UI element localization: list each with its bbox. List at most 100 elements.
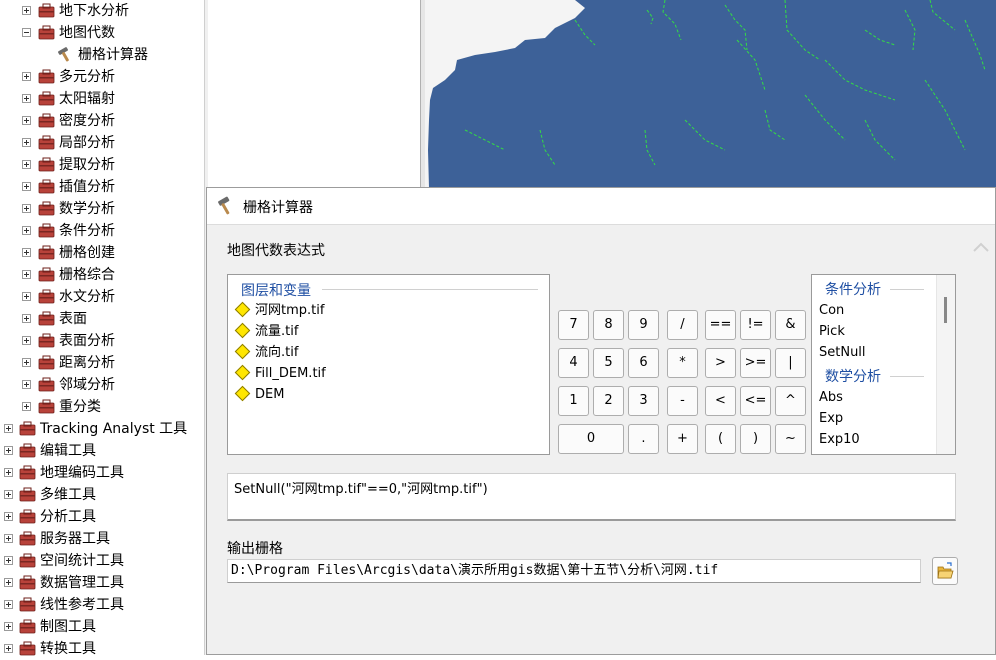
key-operator[interactable]: *: [667, 348, 698, 378]
tree-item-toolset[interactable]: 密度分析: [0, 110, 204, 132]
tree-item-toolset[interactable]: 提取分析: [0, 154, 204, 176]
tree-item-toolset[interactable]: 栅格创建: [0, 242, 204, 264]
tree-item-toolset[interactable]: 条件分析: [0, 220, 204, 242]
expand-toggle-icon[interactable]: [22, 270, 31, 279]
function-item[interactable]: Pick: [819, 322, 845, 342]
expand-toggle-icon[interactable]: [4, 534, 13, 543]
key-operator[interactable]: |: [775, 348, 806, 378]
key-digit-9[interactable]: 9: [628, 310, 659, 340]
key-operator[interactable]: /: [667, 310, 698, 340]
key-digit-6[interactable]: 6: [628, 348, 659, 378]
expand-toggle-icon[interactable]: [22, 380, 31, 389]
function-item[interactable]: Abs: [819, 388, 843, 408]
tree-item-toolset[interactable]: 分析工具: [0, 506, 204, 528]
output-raster-field[interactable]: D:\Program Files\Arcgis\data\演示所用gis数据\第…: [227, 559, 921, 583]
tree-item-toolset[interactable]: 数学分析: [0, 198, 204, 220]
expand-toggle-icon[interactable]: [22, 358, 31, 367]
key-operator[interactable]: >: [705, 348, 736, 378]
tree-item-toolset[interactable]: 太阳辐射: [0, 88, 204, 110]
function-item[interactable]: Exp: [819, 409, 843, 429]
key-operator[interactable]: &: [775, 310, 806, 340]
key-digit-8[interactable]: 8: [593, 310, 624, 340]
tree-item-toolset[interactable]: 表面分析: [0, 330, 204, 352]
expand-toggle-icon[interactable]: [4, 622, 13, 631]
tree-item-toolset[interactable]: 重分类: [0, 396, 204, 418]
expand-toggle-icon[interactable]: [22, 336, 31, 345]
key-digit-3[interactable]: 3: [628, 386, 659, 416]
map-view[interactable]: [421, 0, 996, 188]
functions-listbox[interactable]: 条件分析 Con Pick SetNull 数学分析 Abs Exp Exp10: [811, 274, 956, 455]
key-digit-0[interactable]: 0: [558, 424, 624, 454]
tree-item-toolset[interactable]: 距离分析: [0, 352, 204, 374]
tree-item-toolset[interactable]: 空间统计工具: [0, 550, 204, 572]
tree-item-toolset[interactable]: 地图代数: [0, 22, 204, 44]
tree-item-toolset[interactable]: 制图工具: [0, 616, 204, 638]
layer-item[interactable]: 流向.tif: [234, 343, 298, 363]
expand-toggle-icon[interactable]: [4, 424, 13, 433]
expand-toggle-icon[interactable]: [22, 314, 31, 323]
key-operator[interactable]: ~: [775, 424, 806, 454]
key-operator[interactable]: >=: [740, 348, 771, 378]
key-operator[interactable]: <=: [740, 386, 771, 416]
key-operator[interactable]: +: [667, 424, 698, 454]
tree-item-toolset[interactable]: 栅格综合: [0, 264, 204, 286]
expand-toggle-icon[interactable]: [22, 94, 31, 103]
expand-toggle-icon[interactable]: [22, 116, 31, 125]
expand-toggle-icon[interactable]: [22, 182, 31, 191]
key-digit-7[interactable]: 7: [558, 310, 589, 340]
layer-item[interactable]: Fill_DEM.tif: [234, 364, 326, 384]
tree-item-toolset[interactable]: 编辑工具: [0, 440, 204, 462]
key-operator[interactable]: !=: [740, 310, 771, 340]
key-decimal[interactable]: .: [628, 424, 659, 454]
expand-toggle-icon[interactable]: [4, 600, 13, 609]
tree-item-toolset[interactable]: 局部分析: [0, 132, 204, 154]
key-operator[interactable]: (: [705, 424, 736, 454]
tree-item-toolset[interactable]: 表面: [0, 308, 204, 330]
expand-toggle-icon[interactable]: [4, 556, 13, 565]
expand-toggle-icon[interactable]: [22, 6, 31, 15]
function-item[interactable]: SetNull: [819, 343, 866, 363]
browse-button[interactable]: [932, 557, 958, 585]
expand-toggle-icon[interactable]: [4, 512, 13, 521]
expand-toggle-icon[interactable]: [22, 160, 31, 169]
expand-toggle-icon[interactable]: [4, 468, 13, 477]
tree-item-tool[interactable]: 栅格计算器: [0, 44, 204, 66]
key-digit-2[interactable]: 2: [593, 386, 624, 416]
key-operator[interactable]: ==: [705, 310, 736, 340]
expand-toggle-icon[interactable]: [22, 72, 31, 81]
expand-toggle-icon[interactable]: [4, 446, 13, 455]
layer-item[interactable]: 流量.tif: [234, 322, 298, 342]
tree-item-toolset[interactable]: 线性参考工具: [0, 594, 204, 616]
expand-toggle-icon[interactable]: [4, 490, 13, 499]
tree-item-toolset[interactable]: 邻域分析: [0, 374, 204, 396]
tree-item-toolset[interactable]: Tracking Analyst 工具: [0, 418, 204, 440]
layer-item[interactable]: 河网tmp.tif: [234, 301, 324, 321]
dialog-titlebar[interactable]: 栅格计算器: [207, 188, 995, 225]
tree-item-toolset[interactable]: 地理编码工具: [0, 462, 204, 484]
tree-item-toolset[interactable]: 水文分析: [0, 286, 204, 308]
expand-toggle-icon[interactable]: [22, 204, 31, 213]
tree-item-toolset[interactable]: 插值分析: [0, 176, 204, 198]
expression-textbox[interactable]: SetNull("河网tmp.tif"==0,"河网tmp.tif"): [227, 473, 956, 521]
tree-item-toolset[interactable]: 地下水分析: [0, 0, 204, 22]
key-operator[interactable]: -: [667, 386, 698, 416]
function-item[interactable]: Exp10: [819, 430, 860, 450]
key-operator[interactable]: ): [740, 424, 771, 454]
collapse-chevron-icon[interactable]: [971, 238, 991, 258]
tree-item-toolset[interactable]: 数据管理工具: [0, 572, 204, 594]
tree-item-toolset[interactable]: 多元分析: [0, 66, 204, 88]
key-digit-4[interactable]: 4: [558, 348, 589, 378]
expand-toggle-icon[interactable]: [22, 292, 31, 301]
expand-toggle-icon[interactable]: [22, 226, 31, 235]
functions-scrollbar[interactable]: [936, 275, 955, 454]
function-item[interactable]: Con: [819, 301, 844, 321]
expand-toggle-icon[interactable]: [22, 138, 31, 147]
expand-toggle-icon[interactable]: [4, 578, 13, 587]
key-operator[interactable]: <: [705, 386, 736, 416]
key-digit-5[interactable]: 5: [593, 348, 624, 378]
key-operator[interactable]: ^: [775, 386, 806, 416]
scrollbar-thumb[interactable]: [944, 297, 947, 323]
key-digit-1[interactable]: 1: [558, 386, 589, 416]
layers-listbox[interactable]: 图层和变量 河网tmp.tif 流量.tif 流向.tif Fill_DEM.tif D…: [227, 274, 550, 455]
layer-item[interactable]: DEM: [234, 385, 284, 405]
